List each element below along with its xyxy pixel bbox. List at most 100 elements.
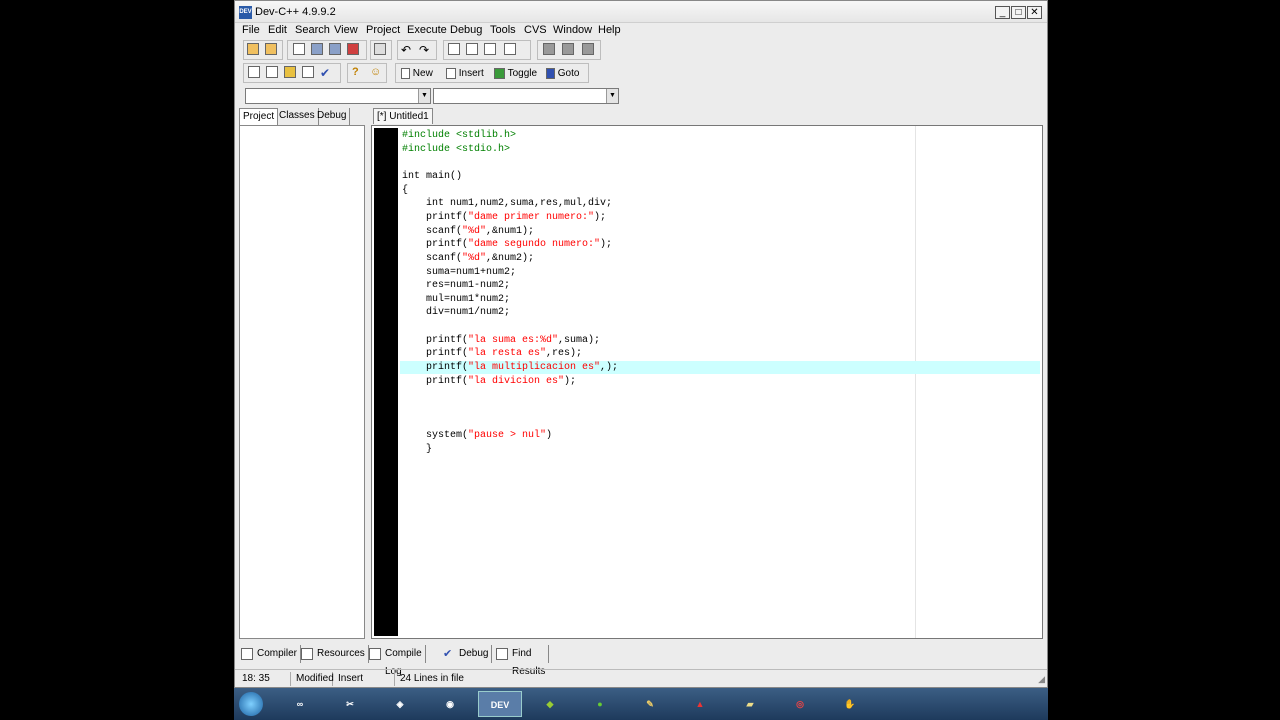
check-syntax-icon[interactable]: ✔ (320, 66, 336, 81)
cursor-position: 18: 35 (239, 672, 291, 686)
editor-gutter (374, 128, 398, 636)
code-line[interactable]: system("pause > nul") (402, 429, 552, 442)
code-line[interactable]: scanf("%d",&num1); (402, 225, 534, 238)
infinity-app-icon[interactable]: ∞ (286, 691, 314, 717)
member-combo[interactable]: ▼ (433, 88, 619, 104)
print-icon[interactable] (374, 43, 390, 58)
chrome-app-icon[interactable]: ◎ (786, 691, 814, 717)
code-line[interactable]: printf("dame segundo numero:"); (402, 238, 612, 251)
folder-app-icon[interactable]: ▰ (736, 691, 764, 717)
about-icon[interactable]: ☺ (370, 66, 386, 81)
open-project-icon[interactable] (247, 43, 263, 58)
class-browser-icon[interactable] (284, 66, 300, 81)
tab-project[interactable]: Project (239, 108, 279, 125)
tab-untitled1[interactable]: [*] Untitled1 (373, 108, 433, 124)
code-line[interactable]: } (402, 443, 432, 456)
insert-button[interactable]: Insert (446, 66, 484, 81)
goto-line-icon[interactable] (504, 43, 520, 58)
code-line[interactable]: int main() (402, 170, 462, 183)
maximize-button[interactable]: □ (1011, 6, 1026, 19)
eclipse-app-icon[interactable]: ◉ (436, 691, 464, 717)
find-icon[interactable] (448, 43, 464, 58)
code-line[interactable]: printf("la multiplicacion es",); (402, 361, 618, 374)
tab-debug[interactable]: Debug (314, 108, 351, 125)
toolbar-group-compile (537, 40, 601, 60)
save-all-icon[interactable] (329, 43, 345, 58)
run-icon[interactable] (562, 43, 578, 58)
code-editor[interactable]: #include <stdlib.h> #include <stdio.h> int… (371, 125, 1043, 639)
tools-app-icon[interactable]: ✂ (336, 691, 364, 717)
goto-button[interactable]: Goto (546, 66, 579, 81)
close-file-icon[interactable] (347, 43, 363, 58)
status-bar: 18: 35 Modified Insert 24 Lines in file … (235, 669, 1047, 687)
tab-compiler[interactable]: Compiler (239, 645, 302, 663)
menu-cvs[interactable]: CVS (524, 24, 547, 36)
menu-debug[interactable]: Debug (450, 24, 482, 36)
orange-app-icon[interactable]: ✋ (836, 691, 864, 717)
toggle-button[interactable]: Toggle (494, 66, 537, 81)
pdf-app-icon[interactable]: ▲ (686, 691, 714, 717)
compile-run-icon[interactable] (582, 43, 598, 58)
menu-view[interactable]: View (334, 24, 358, 36)
menu-edit[interactable]: Edit (268, 24, 287, 36)
save-icon[interactable] (311, 43, 327, 58)
toolbar-group-search (443, 40, 531, 60)
code-line[interactable]: int num1,num2,suma,res,mul,div; (402, 197, 612, 210)
chevron-down-icon[interactable]: ▼ (606, 89, 618, 103)
resize-grip-icon[interactable]: ◢ (1038, 674, 1045, 685)
goto-bookmark-icon (546, 67, 555, 79)
code-line[interactable]: #include <stdlib.h> (402, 129, 516, 142)
help-icon[interactable]: ? (352, 66, 368, 81)
toolbar-group-bookmarks: New Insert Toggle Goto (395, 63, 589, 83)
minimize-button[interactable]: _ (995, 6, 1010, 19)
window-icon[interactable] (266, 66, 282, 81)
code-line[interactable]: res=num1-num2; (402, 279, 510, 292)
toolbar-group-undo: ↶ ↷ (397, 40, 437, 60)
menu-search[interactable]: Search (295, 24, 330, 36)
right-margin-line (915, 126, 916, 638)
compile-icon[interactable] (543, 43, 559, 58)
menu-tools[interactable]: Tools (490, 24, 516, 36)
chevron-down-icon[interactable]: ▼ (418, 89, 430, 103)
code-line[interactable]: printf("la suma es:%d",suma); (402, 334, 600, 347)
tab-resources[interactable]: Resources (299, 645, 369, 663)
grid-icon[interactable] (248, 66, 264, 81)
devcpp-taskbar-label: DEV (490, 700, 510, 710)
code-line[interactable]: mul=num1*num2; (402, 293, 510, 306)
code-line[interactable]: suma=num1+num2; (402, 266, 516, 279)
menu-help[interactable]: Help (598, 24, 621, 36)
code-line[interactable]: #include <stdio.h> (402, 143, 510, 156)
code-line[interactable]: printf("dame primer numero:"); (402, 211, 606, 224)
devcpp-taskbar-icon[interactable]: DEV (478, 691, 522, 717)
tab-debug-bottom[interactable]: ✔ Debug (441, 645, 493, 663)
menu-window[interactable]: Window (553, 24, 592, 36)
tab-compile-log[interactable]: Compile Log (367, 645, 426, 677)
tab-classes[interactable]: Classes (276, 108, 319, 125)
new-file-icon[interactable] (293, 43, 309, 58)
menu-project[interactable]: Project (366, 24, 400, 36)
code-line[interactable]: printf("la resta es",res); (402, 347, 582, 360)
find-next-icon[interactable] (466, 43, 482, 58)
leaf-app-icon[interactable]: ✎ (636, 691, 664, 717)
class-combo[interactable]: ▼ (245, 88, 431, 104)
code-line[interactable]: printf("la divicion es"); (402, 375, 576, 388)
code-line[interactable]: { (402, 184, 408, 197)
android-app-icon[interactable]: ◆ (536, 691, 564, 717)
tab-find-results[interactable]: Find Results (494, 645, 550, 677)
code-line[interactable]: div=num1/num2; (402, 306, 510, 319)
menu-execute[interactable]: Execute (407, 24, 447, 36)
redo-icon[interactable]: ↷ (419, 43, 435, 58)
close-button[interactable]: ✕ (1027, 6, 1042, 19)
add-to-project-icon[interactable] (265, 43, 281, 58)
green-circle-app-icon[interactable]: ● (586, 691, 614, 717)
start-orb-icon[interactable] (236, 691, 266, 717)
edit-mode: Insert (335, 672, 395, 686)
undo-icon[interactable]: ↶ (401, 43, 417, 58)
menu-file[interactable]: File (242, 24, 260, 36)
code-line[interactable]: scanf("%d",&num2); (402, 252, 534, 265)
project-browser[interactable] (239, 125, 365, 639)
cube-app-icon[interactable]: ◈ (386, 691, 414, 717)
tiles-icon[interactable] (302, 66, 318, 81)
replace-icon[interactable] (484, 43, 500, 58)
new-bookmark-button[interactable]: New (401, 66, 433, 81)
